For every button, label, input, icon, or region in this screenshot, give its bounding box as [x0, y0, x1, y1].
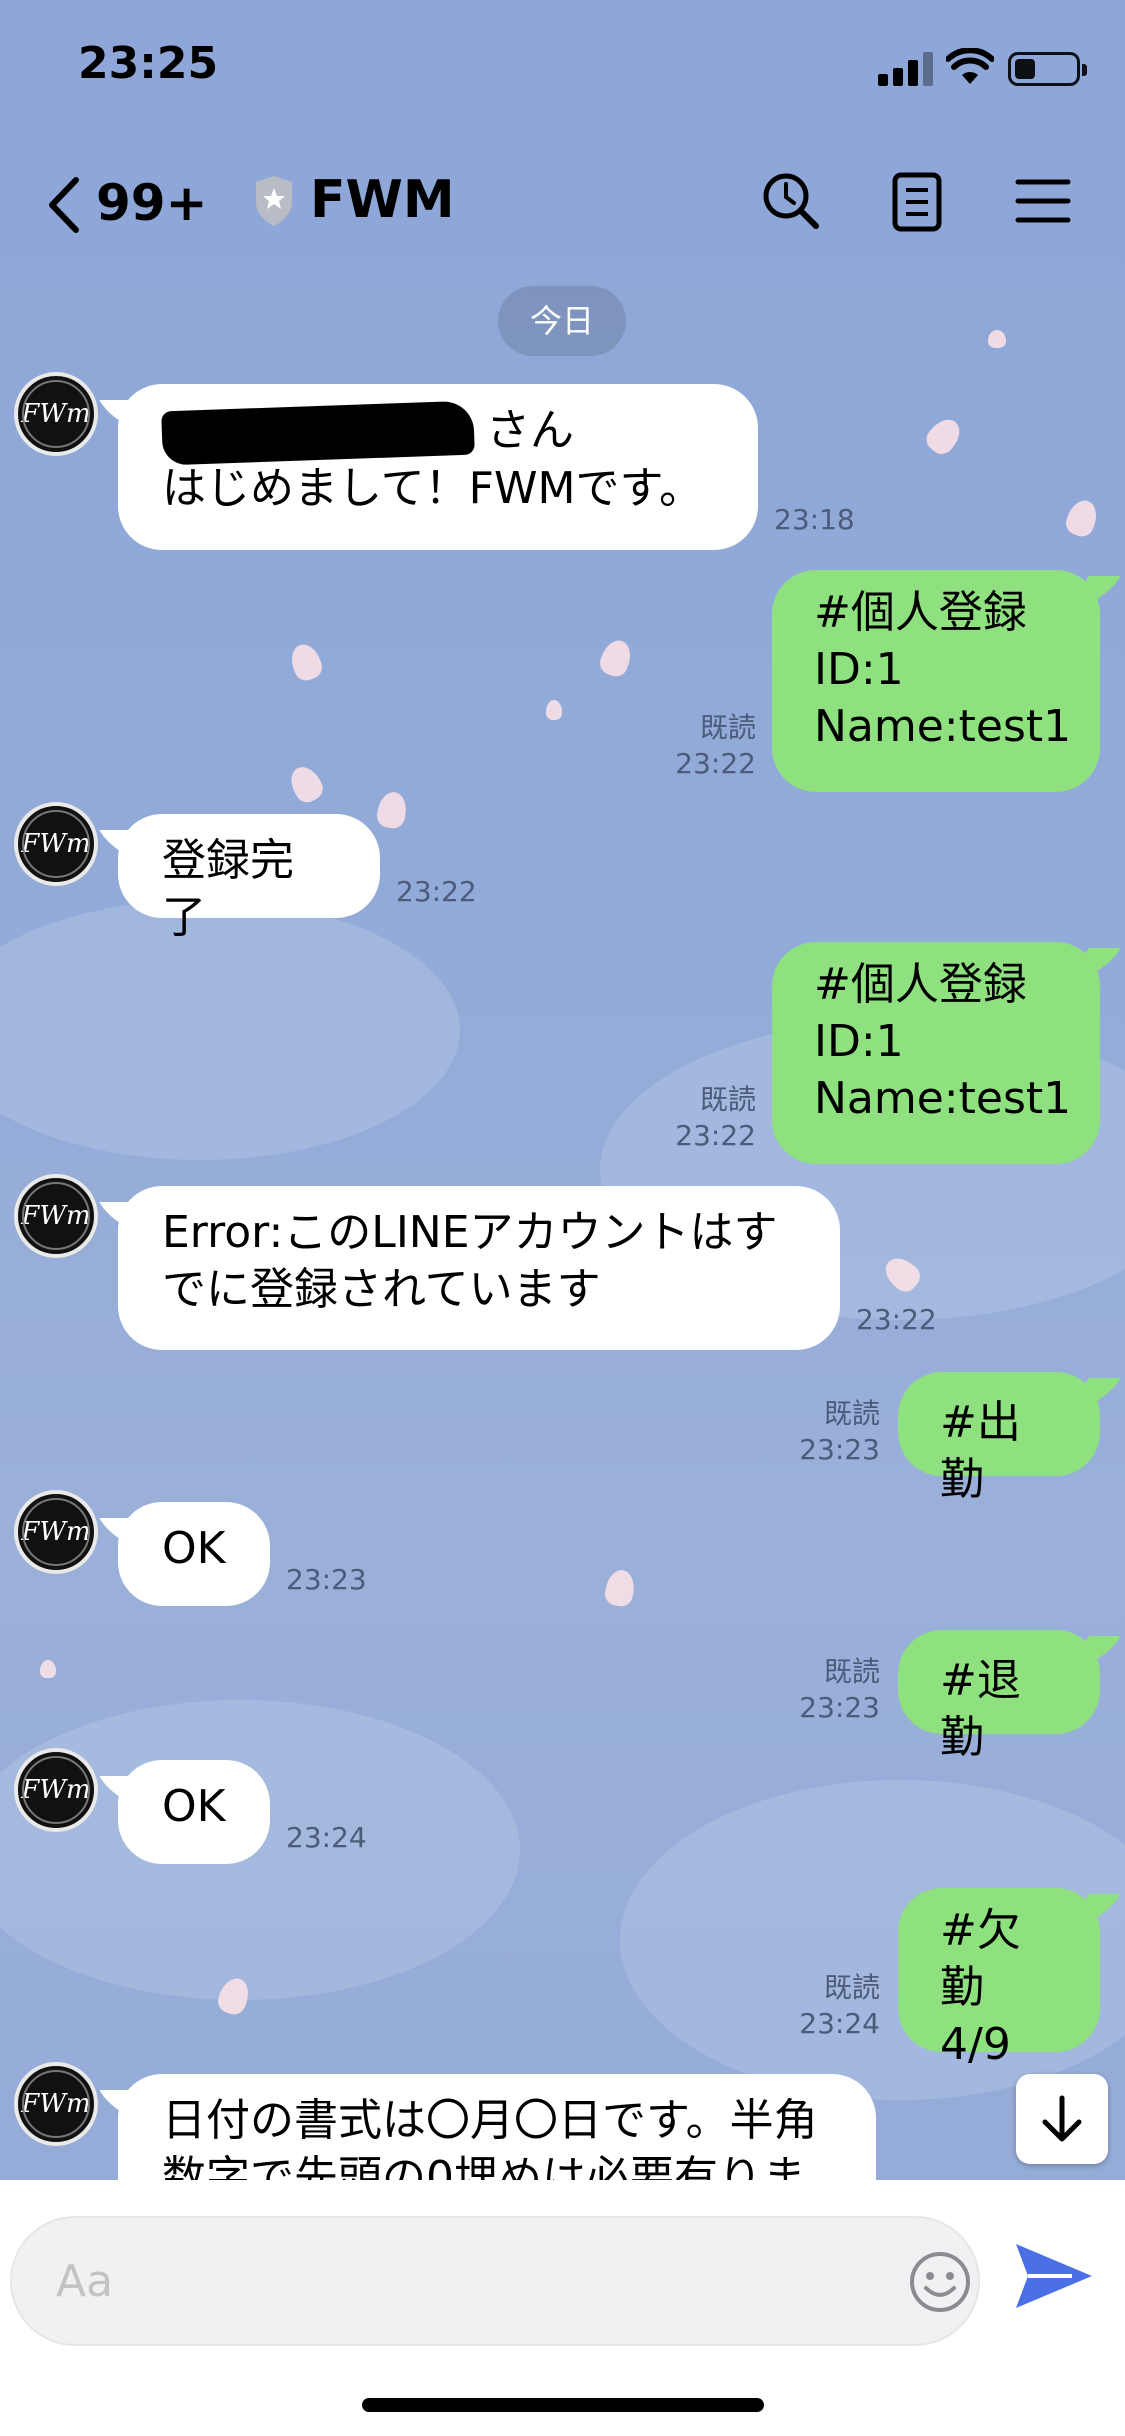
message-time: 23:22 — [675, 747, 756, 780]
message-text: はじめまして！FWMです。 — [162, 463, 704, 514]
avatar[interactable]: FWm — [14, 2062, 98, 2146]
message-text: 登録完了 — [162, 835, 294, 943]
message-time: 23:22 — [856, 1303, 937, 1336]
message-clip: 日付の書式は〇月〇日です。半角 数字で先頭の0埋めは必要有りま — [100, 2060, 900, 2180]
message-bubble-received[interactable]: OK — [118, 1760, 270, 1864]
message-bubble-sent[interactable]: #個人登録 ID:1 Name:test1 — [772, 942, 1100, 1164]
message-time: 23:24 — [799, 2007, 880, 2040]
message-time: 23:23 — [286, 1563, 367, 1596]
chat-header: 99+ FWM — [0, 130, 1125, 270]
message-time: 23:23 — [799, 1691, 880, 1724]
message-time: 23:22 — [675, 1119, 756, 1152]
message-bubble-sent[interactable]: #出勤 — [898, 1372, 1100, 1505]
arrow-down-icon — [1042, 2095, 1082, 2142]
scroll-to-bottom-button[interactable] — [1016, 2074, 1108, 2164]
message-time: 23:24 — [286, 1821, 367, 1854]
message-bubble-sent[interactable]: #欠勤 4/9 — [898, 1888, 1100, 2070]
status-time: 23:25 — [78, 38, 219, 89]
menu-icon[interactable] — [1008, 166, 1078, 236]
read-receipt: 既読 — [699, 711, 756, 744]
message-bubble-sent[interactable]: #個人登録 ID:1 Name:test1 — [772, 570, 1100, 792]
message-bubble-received[interactable]: さん はじめまして！FWMです。 — [118, 384, 758, 550]
avatar[interactable]: FWm — [14, 1748, 98, 1832]
message-time: 23:22 — [396, 875, 477, 908]
avatar[interactable]: FWm — [14, 802, 98, 886]
unread-count[interactable]: 99+ — [96, 174, 207, 232]
message-time: 23:23 — [799, 1433, 880, 1466]
input-placeholder: Aa — [56, 2256, 114, 2307]
message-input[interactable]: Aa — [10, 2216, 980, 2346]
avatar[interactable]: FWm — [14, 372, 98, 456]
back-chevron-icon[interactable] — [40, 170, 100, 240]
message-time: 23:18 — [774, 503, 855, 536]
read-receipt: 既読 — [823, 1397, 880, 1430]
read-receipt: 既読 — [699, 1083, 756, 1116]
status-bar: 23:25 — [0, 0, 1125, 130]
cellular-signal-icon — [878, 52, 934, 86]
send-icon[interactable] — [1012, 2238, 1096, 2314]
read-receipt: 既読 — [823, 1971, 880, 2004]
search-icon[interactable] — [756, 166, 826, 236]
wifi-icon — [946, 48, 994, 84]
chat-title: FWM — [310, 170, 455, 230]
message-bubble-received[interactable]: 登録完了 — [118, 814, 380, 943]
message-bubble-received[interactable]: OK — [118, 1502, 270, 1606]
official-account-shield-icon — [256, 176, 292, 226]
notes-icon[interactable] — [882, 166, 952, 236]
read-receipt: 既読 — [823, 1655, 880, 1688]
avatar[interactable]: FWm — [14, 1490, 98, 1574]
message-bubble-sent[interactable]: #退勤 — [898, 1630, 1100, 1763]
emoji-icon[interactable] — [900, 2242, 980, 2322]
redacted-name — [161, 400, 475, 466]
message-bubble-received[interactable]: Error:このLINEアカウントはす でに登録されています — [118, 1186, 840, 1350]
avatar[interactable]: FWm — [14, 1174, 98, 1258]
battery-icon — [1008, 52, 1087, 86]
home-indicator — [362, 2398, 764, 2412]
date-separator: 今日 — [498, 286, 626, 356]
message-bubble-received[interactable]: 日付の書式は〇月〇日です。半角 数字で先頭の0埋めは必要有りま — [118, 2074, 876, 2180]
